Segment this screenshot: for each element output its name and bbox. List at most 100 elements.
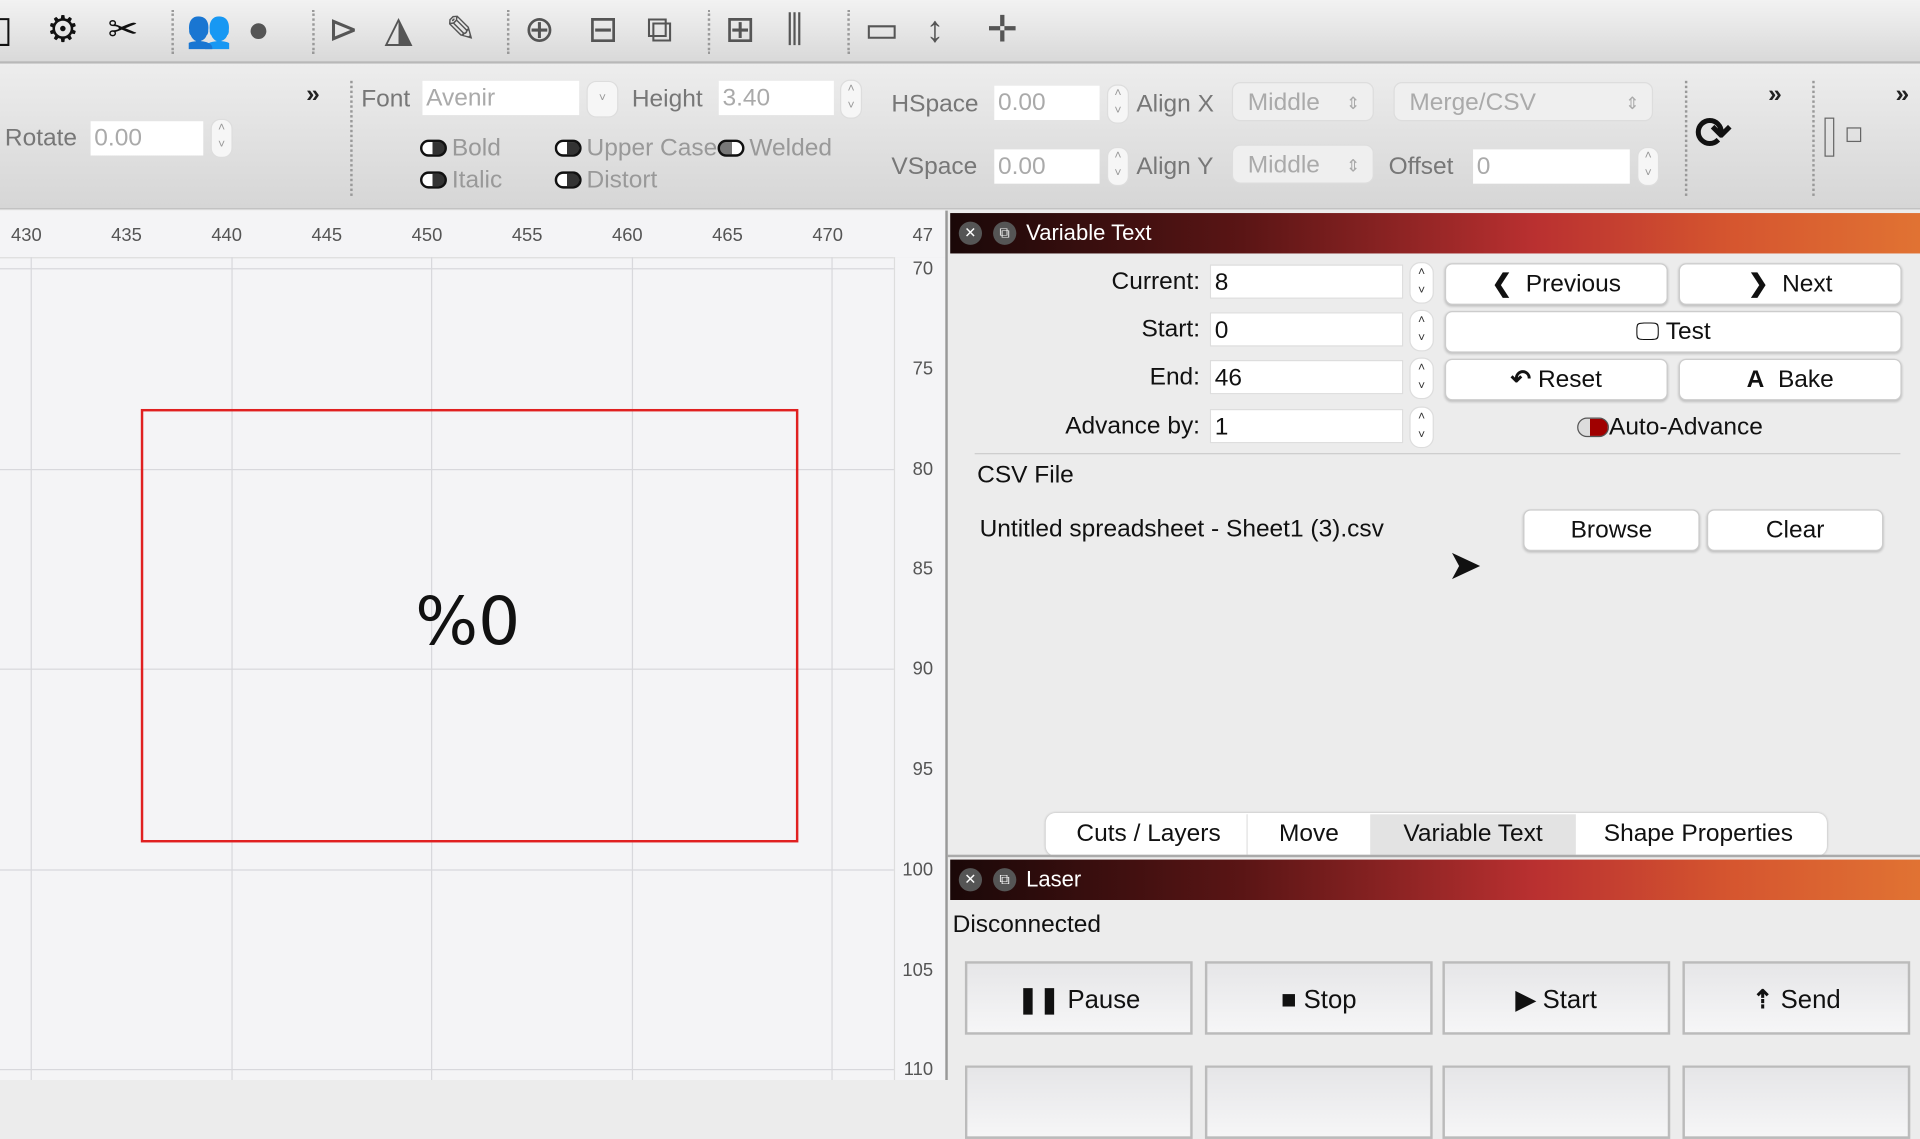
pen-icon[interactable]: ✎ — [446, 10, 477, 52]
end-stepper[interactable]: ˄ ˅ — [1409, 357, 1434, 400]
send-button[interactable]: ⇡ Send — [1682, 961, 1911, 1035]
tools-icon[interactable]: ✂ — [108, 10, 139, 52]
auto-advance-label: Auto-Advance — [1608, 413, 1763, 441]
dimension-icon[interactable]: ↕ — [926, 10, 944, 52]
dock-icon[interactable] — [1824, 117, 1835, 157]
close-icon[interactable]: ✕ — [958, 221, 983, 245]
distribute-icon[interactable]: ⧉ — [647, 10, 673, 52]
resize-icon[interactable]: ▭ — [864, 10, 899, 52]
refresh-icon[interactable]: ⟳ — [1695, 108, 1732, 159]
font-input[interactable]: Avenir — [422, 80, 580, 116]
laser-status: Disconnected — [952, 911, 1102, 938]
start-stepper[interactable]: ˄ ˅ — [1409, 309, 1434, 352]
chevron-left-icon: ❮ — [1491, 270, 1513, 298]
browse-button[interactable]: Browse — [1523, 509, 1700, 552]
current-stepper[interactable]: ˄ ˅ — [1409, 262, 1434, 304]
target-icon[interactable]: ⊕ — [524, 10, 555, 52]
bake-button[interactable]: A Bake — [1678, 358, 1902, 401]
users-icon[interactable]: 👥 — [186, 10, 232, 52]
overflow-icon[interactable]: » — [1896, 81, 1910, 109]
laser-button[interactable] — [1442, 1065, 1671, 1139]
clear-button[interactable]: Clear — [1706, 509, 1884, 552]
tab-variable-text[interactable]: Variable Text — [1370, 814, 1576, 855]
tab-cuts-layers[interactable]: Cuts / Layers — [1050, 814, 1248, 855]
advance-stepper[interactable]: ˄ ˅ — [1409, 406, 1434, 449]
ruler-x-label: 460 — [611, 225, 643, 247]
offset-input[interactable]: 0 — [1473, 149, 1630, 184]
tab-shape-properties[interactable]: Shape Properties — [1575, 814, 1821, 855]
height-input[interactable]: 3.40 — [718, 80, 834, 116]
align-x-select[interactable]: Middle ⇕ — [1231, 82, 1374, 122]
rotate-stepper[interactable]: ˄ ˅ — [210, 118, 233, 158]
align-middle-icon[interactable]: ⊞ — [725, 10, 756, 52]
advance-label: Advance by: — [1065, 412, 1201, 440]
italic-label: Italic — [451, 166, 503, 194]
end-input[interactable]: 46 — [1209, 360, 1404, 395]
user-icon[interactable]: ● — [247, 10, 269, 52]
pause-icon: ❚❚ — [1017, 985, 1061, 1014]
laser-button[interactable] — [1204, 1065, 1433, 1139]
align-vertical-icon[interactable]: ⫼ — [786, 10, 803, 52]
overflow-icon[interactable]: » — [1768, 81, 1782, 109]
welded-toggle[interactable]: Welded — [717, 134, 832, 163]
design-canvas[interactable]: 430 435 440 445 450 455 460 465 470 47 70 75 80 85 90 9… — [0, 210, 946, 1081]
height-stepper[interactable]: ˄ ˅ — [840, 79, 863, 119]
mode-select[interactable]: Merge/CSV ⇕ — [1393, 82, 1654, 122]
crosshair-icon[interactable]: ✛ — [987, 10, 1018, 52]
laser-button[interactable] — [1682, 1065, 1911, 1139]
align-center-icon[interactable]: ⊟ — [588, 10, 619, 52]
distort-label: Distort — [586, 166, 658, 194]
hspace-stepper[interactable]: ˄ ˅ — [1106, 84, 1129, 124]
variable-text-titlebar: ✕ ⧉ Variable Text — [950, 213, 1920, 254]
vspace-stepper[interactable]: ˄ ˅ — [1106, 146, 1129, 187]
ruler-x-label: 455 — [511, 225, 543, 247]
offset-stepper[interactable]: ˄ ˅ — [1637, 146, 1660, 187]
ruler-y-label: 100 — [902, 859, 934, 881]
upper-case-toggle[interactable]: Upper Case — [554, 134, 724, 163]
settings-icon[interactable]: ⚙ — [47, 10, 80, 52]
hspace-input[interactable]: 0.00 — [994, 85, 1100, 121]
current-input[interactable]: 8 — [1209, 264, 1404, 299]
font-dropdown-chevron-icon[interactable]: ˅ — [586, 80, 619, 118]
tab-move[interactable]: Move — [1247, 814, 1371, 855]
float-icon[interactable]: ⧉ — [993, 868, 1017, 892]
pause-button[interactable]: ❚❚ Pause — [964, 961, 1193, 1035]
reset-button[interactable]: ↶ Reset — [1444, 358, 1668, 401]
mirror-icon[interactable]: ◮ — [384, 10, 412, 52]
main-toolbar: ▯ ⚙ ✂ 👥 ● ⊳ ◮ ✎ ⊕ ⊟ ⧉ ⊞ ⫼ ▭ ↕ ✛ — [0, 0, 1920, 64]
vspace-input[interactable]: 0.00 — [994, 149, 1100, 184]
start-input[interactable]: 0 — [1209, 312, 1404, 347]
auto-advance-toggle[interactable]: Auto-Advance — [1577, 414, 1763, 442]
upper-case-label: Upper Case — [586, 134, 718, 162]
mode-value: Merge/CSV — [1409, 89, 1536, 117]
test-label: Test — [1665, 318, 1711, 346]
csv-file-name: Untitled spreadsheet - Sheet1 (3).csv — [979, 515, 1384, 543]
bold-toggle[interactable]: Bold — [420, 135, 501, 163]
stop-button[interactable]: ■ Stop — [1204, 961, 1433, 1035]
device-icon[interactable]: ▯ — [0, 10, 13, 52]
distort-toggle[interactable]: Distort — [554, 166, 658, 195]
laser-button[interactable] — [964, 1065, 1193, 1139]
variable-text-shape[interactable]: %0 — [345, 583, 590, 660]
overflow-icon[interactable]: » — [306, 81, 320, 109]
bake-label: Bake — [1777, 366, 1834, 394]
test-button[interactable]: 🖵 Test — [1444, 311, 1902, 353]
close-icon[interactable]: ✕ — [958, 868, 983, 892]
rotate-input[interactable]: 0.00 — [90, 121, 204, 156]
previous-button[interactable]: ❮ Previous — [1444, 263, 1668, 305]
next-button[interactable]: ❯ Next — [1678, 263, 1902, 305]
start-button[interactable]: ▶ Start — [1442, 961, 1671, 1035]
align-y-label: Align Y — [1136, 153, 1214, 181]
welded-label: Welded — [749, 134, 832, 162]
italic-toggle[interactable]: Italic — [420, 167, 502, 195]
flip-vertical-icon[interactable]: ⊳ — [328, 10, 359, 52]
advance-input[interactable]: 1 — [1209, 408, 1404, 444]
float-icon[interactable]: ⧉ — [993, 221, 1017, 245]
upload-icon: ⇡ — [1751, 985, 1774, 1014]
hspace-label: HSpace — [891, 90, 979, 118]
right-panel: ✕ ⧉ Variable Text Current: 8 ˄ ˅ Start: 0… — [945, 210, 1920, 1139]
ruler-y-label: 85 — [912, 558, 934, 580]
ruler-y-label: 80 — [912, 458, 934, 480]
align-y-select[interactable]: Middle ⇕ — [1231, 144, 1374, 184]
send-label: Send — [1780, 985, 1841, 1014]
